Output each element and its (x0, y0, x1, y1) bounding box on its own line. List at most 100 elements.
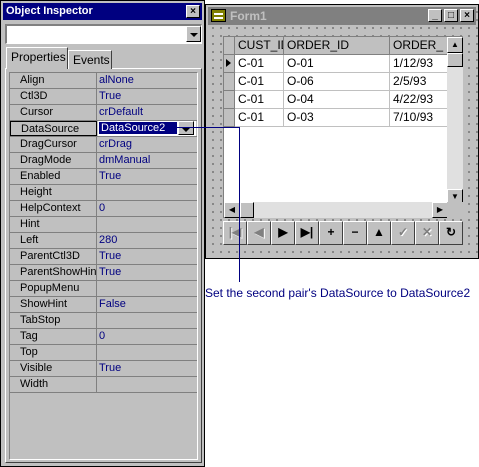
row-indicator[interactable] (224, 91, 235, 109)
property-row[interactable]: Height (10, 185, 197, 201)
property-value[interactable] (99, 377, 197, 392)
property-value[interactable]: True (99, 265, 197, 280)
property-value[interactable]: True (99, 169, 197, 184)
property-row[interactable]: DataSource DataSource2 (10, 121, 197, 137)
property-name: ParentShowHint (10, 265, 97, 280)
property-name: Height (10, 185, 97, 200)
property-value[interactable]: 0 (99, 329, 197, 344)
scroll-up-icon[interactable]: ▲ (447, 37, 463, 53)
tab-events[interactable]: Events (68, 50, 112, 69)
property-value[interactable]: 280 (99, 233, 197, 248)
grid-cell[interactable]: C-01 (235, 73, 284, 91)
nav-edit-button[interactable]: ▲ (367, 221, 391, 245)
row-indicator[interactable] (224, 55, 235, 73)
grid-cell[interactable]: 1/12/93 (390, 55, 448, 73)
property-value[interactable]: 0 (99, 201, 197, 216)
grid-cell[interactable]: C-01 (235, 109, 284, 127)
nav-prior-button[interactable]: ◀ (247, 221, 271, 245)
grid-corner (224, 37, 235, 55)
grid-cell[interactable]: 4/22/93 (390, 91, 448, 109)
nav-cancel-button[interactable]: ✕ (415, 221, 439, 245)
column-header[interactable]: CUST_ID (235, 37, 284, 55)
db-grid[interactable]: CUST_IDORDER_IDORDER_C-01O-011/12/93C-01… (223, 36, 463, 218)
object-inspector-title-bar[interactable]: Object Inspector × (3, 3, 202, 20)
property-row[interactable]: Width (10, 377, 197, 393)
maximize-button[interactable]: □ (444, 9, 458, 22)
property-row[interactable]: Align alNone (10, 73, 197, 89)
property-row[interactable]: Visible True (10, 361, 197, 377)
prior-icon: ◀ (254, 225, 264, 239)
property-row[interactable]: PopupMenu (10, 281, 197, 297)
property-row[interactable]: ParentShowHint True (10, 265, 197, 281)
scroll-thumb[interactable] (240, 202, 254, 218)
property-name: Left (10, 233, 97, 248)
component-selector[interactable] (5, 24, 202, 44)
property-value[interactable] (99, 281, 197, 296)
grid-cell[interactable]: O-06 (284, 73, 390, 91)
property-row[interactable]: TabStop (10, 313, 197, 329)
grid-cell[interactable]: O-04 (284, 91, 390, 109)
property-value[interactable]: alNone (99, 73, 197, 88)
minimize-button[interactable]: _ (428, 9, 442, 22)
property-value[interactable] (99, 185, 197, 200)
property-value[interactable]: crDrag (99, 137, 197, 152)
nav-last-button[interactable]: ▶| (295, 221, 319, 245)
property-row[interactable]: Hint (10, 217, 197, 233)
column-header[interactable]: ORDER_ (390, 37, 448, 55)
property-row[interactable]: Top (10, 345, 197, 361)
grid-cell[interactable]: O-01 (284, 55, 390, 73)
nav-first-button[interactable]: |◀ (223, 221, 247, 245)
property-row[interactable]: Left 280 (10, 233, 197, 249)
chevron-down-icon[interactable] (186, 26, 201, 42)
grid-cell[interactable]: C-01 (235, 55, 284, 73)
property-value[interactable]: crDefault (99, 105, 197, 120)
property-value[interactable]: True (99, 249, 197, 264)
nav-insert-button[interactable]: + (319, 221, 343, 245)
property-name: Align (10, 73, 97, 88)
property-name: ShowHint (10, 297, 97, 312)
grid-cell[interactable]: 2/5/93 (390, 73, 448, 91)
form1-title-bar[interactable]: Form1 _ □ × (208, 7, 476, 25)
tab-properties[interactable]: Properties (6, 47, 68, 69)
property-value[interactable]: True (99, 89, 197, 104)
close-button[interactable]: × (186, 5, 200, 18)
property-value[interactable] (99, 345, 197, 360)
property-row[interactable]: Ctl3D True (10, 89, 197, 105)
scroll-right-icon[interactable]: ▶ (432, 202, 448, 218)
property-row[interactable]: HelpContext 0 (10, 201, 197, 217)
scroll-thumb[interactable] (447, 53, 463, 67)
property-value[interactable]: False (99, 297, 197, 312)
nav-post-button[interactable]: ✓ (391, 221, 415, 245)
nav-next-button[interactable]: ▶ (271, 221, 295, 245)
horizontal-scrollbar[interactable]: ◀ ▶ (224, 202, 448, 218)
property-value-editor[interactable]: DataSource2 (98, 121, 196, 136)
cancel-icon: ✕ (421, 225, 433, 239)
nav-delete-button[interactable]: − (343, 221, 367, 245)
property-row[interactable]: ShowHint False (10, 297, 197, 313)
chevron-down-icon[interactable] (178, 121, 194, 135)
property-row[interactable]: ParentCtl3D True (10, 249, 197, 265)
last-icon: ▶| (300, 225, 314, 239)
scroll-left-icon[interactable]: ◀ (224, 202, 240, 218)
row-indicator[interactable] (224, 73, 235, 91)
property-row[interactable]: Cursor crDefault (10, 105, 197, 121)
property-value[interactable] (99, 313, 197, 328)
nav-refresh-button[interactable]: ↻ (439, 221, 463, 245)
column-header[interactable]: ORDER_ID (284, 37, 390, 55)
close-button[interactable]: × (460, 9, 474, 22)
callout-connector (239, 127, 240, 282)
property-row[interactable]: DragMode dmManual (10, 153, 197, 169)
property-row[interactable]: DragCursor crDrag (10, 137, 197, 153)
grid-cell[interactable]: O-03 (284, 109, 390, 127)
vertical-scrollbar[interactable]: ▲ ▼ (447, 37, 463, 205)
window-title: Form1 (230, 9, 267, 23)
property-value[interactable]: True (99, 361, 197, 376)
property-value: DataSource2 (99, 122, 177, 134)
property-value[interactable] (99, 217, 197, 232)
row-indicator[interactable] (224, 109, 235, 127)
property-row[interactable]: Tag 0 (10, 329, 197, 345)
property-value[interactable]: dmManual (99, 153, 197, 168)
grid-cell[interactable]: C-01 (235, 91, 284, 109)
grid-cell[interactable]: 7/10/93 (390, 109, 448, 127)
property-row[interactable]: Enabled True (10, 169, 197, 185)
